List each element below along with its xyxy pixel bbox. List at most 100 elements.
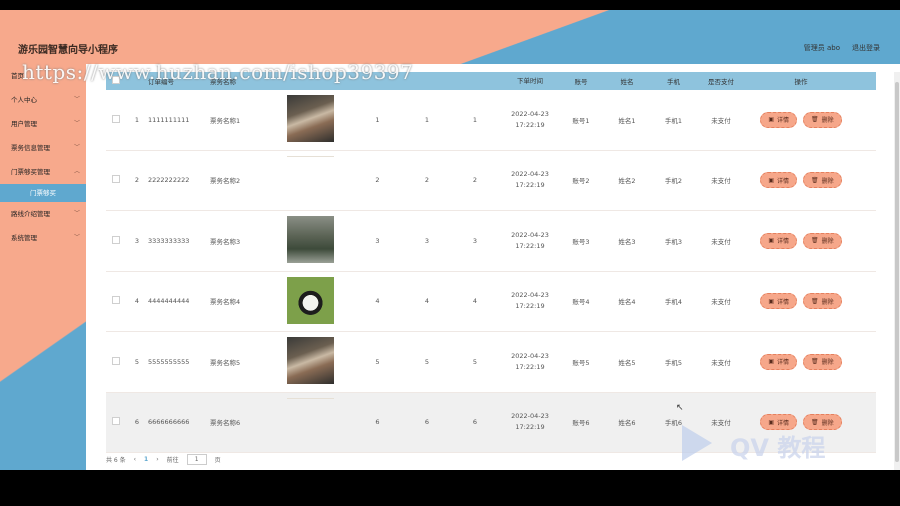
- ticket-image: [270, 95, 350, 144]
- detail-label: 详情: [777, 117, 790, 125]
- trash-icon: 🗑: [811, 176, 819, 184]
- scrollbar-thumb[interactable]: [895, 82, 899, 462]
- row-checkbox[interactable]: [106, 356, 126, 367]
- phone: 手机1: [664, 116, 683, 125]
- user-name: 姓名5: [618, 358, 636, 367]
- vertical-scrollbar[interactable]: [894, 72, 900, 470]
- sidebar-item-label: 系统管理: [11, 234, 37, 242]
- app-title: 游乐园智慧向导小程序: [18, 45, 118, 56]
- row-checkbox[interactable]: [106, 417, 126, 427]
- next-page-button[interactable]: ›: [156, 456, 158, 463]
- delete-button[interactable]: 🗑 删除: [803, 353, 842, 370]
- row-checkbox[interactable]: [106, 114, 126, 125]
- page-number[interactable]: 1: [144, 456, 148, 463]
- value-c: 1: [472, 115, 478, 124]
- detail-icon: ▣: [768, 237, 774, 245]
- chevron-up-icon: ︿: [73, 168, 80, 175]
- value-a: 4: [375, 297, 380, 306]
- table-row: 4 4444444444 票务名称4 4 4 4 2022-04-23 17:22:19 账号…: [106, 272, 876, 332]
- detail-icon: ▣: [768, 297, 774, 305]
- account: 账号2: [572, 177, 590, 186]
- ticket-name: 票务名称6: [210, 419, 241, 428]
- col-phone: 手机: [667, 78, 680, 86]
- row-checkbox[interactable]: [106, 175, 126, 185]
- delete-button[interactable]: 🗑 删除: [803, 293, 842, 310]
- prev-page-button[interactable]: ‹: [134, 456, 136, 463]
- order-no: 2222222222: [148, 176, 190, 185]
- chevron-down-icon: ﹀: [73, 120, 80, 127]
- detail-icon: ▣: [768, 358, 774, 366]
- account: 账号1: [572, 116, 590, 125]
- account: 账号5: [572, 358, 590, 367]
- delete-button[interactable]: 🗑 删除: [803, 232, 842, 249]
- detail-label: 详情: [777, 419, 790, 427]
- payment-status: 未支付: [711, 237, 731, 246]
- logout-link[interactable]: 退出登录: [852, 43, 880, 53]
- table-row: 3 3333333333 票务名称3 3 3 3 2022-04-23 17:22:19 账号…: [106, 211, 876, 272]
- detail-button[interactable]: ▣ 详情: [760, 111, 798, 128]
- logo-text: QV 教程: [730, 434, 826, 462]
- delete-button[interactable]: 🗑 删除: [803, 172, 842, 189]
- col-name: 姓名: [620, 78, 634, 86]
- sidebar-item-system[interactable]: 系统管理 ﹀: [0, 226, 86, 250]
- phone: 手机5: [664, 358, 683, 367]
- detail-label: 详情: [777, 238, 790, 246]
- detail-button[interactable]: ▣ 详情: [760, 172, 798, 189]
- row-checkbox[interactable]: [106, 296, 126, 306]
- detail-button[interactable]: ▣ 详情: [760, 353, 798, 370]
- row-checkbox[interactable]: [106, 235, 126, 246]
- row-actions: ▣ 详情 🗑 删除: [746, 293, 856, 310]
- value-b: 1: [424, 115, 430, 124]
- value-b: 5: [424, 357, 430, 366]
- sidebar-item-profile[interactable]: 个人中心 ﹀: [0, 88, 86, 112]
- detail-button[interactable]: ▣ 详情: [760, 293, 798, 310]
- sidebar-item-ticket-purchase[interactable]: 门票够买管理 ︿: [0, 160, 86, 184]
- table-body: 1 1111111111 票务名称1 1 1 1 2022-04-23 17:22:19 账号…: [106, 90, 876, 453]
- sidebar-item-label: 门票够买管理: [11, 168, 50, 176]
- ticket-thumbnail: [286, 276, 334, 324]
- delete-button[interactable]: 🗑 删除: [803, 111, 842, 128]
- sidebar-item-label: 个人中心: [11, 96, 37, 104]
- account: 账号3: [572, 237, 590, 246]
- value-c: 3: [472, 236, 478, 245]
- row-actions: ▣ 详情 🗑 删除: [746, 232, 856, 249]
- order-time: 2022-04-23 17:22:19: [511, 412, 549, 432]
- user-label[interactable]: 管理员 abo: [804, 43, 840, 53]
- sidebar-item-tickets[interactable]: 票务信息管理 ﹀: [0, 136, 86, 160]
- header-actions: 管理员 abo 退出登录: [804, 43, 880, 53]
- order-no: 3333333333: [148, 236, 190, 245]
- mouse-cursor-icon: ↖: [676, 403, 684, 413]
- orders-table: 订单编号 票务名称 下单时间 账号 姓名 手机 是否支付 操作 1 1111111…: [106, 72, 876, 453]
- detail-button[interactable]: ▣ 详情: [760, 232, 798, 249]
- sidebar-item-label: 用户管理: [11, 120, 37, 128]
- detail-icon: ▣: [768, 176, 774, 184]
- trash-icon: 🗑: [811, 297, 819, 305]
- sidebar-item-users[interactable]: 用户管理 ﹀: [0, 112, 86, 136]
- goto-input[interactable]: 1: [186, 454, 207, 465]
- ticket-name: 票务名称5: [210, 358, 241, 367]
- col-paid: 是否支付: [708, 78, 734, 86]
- value-a: 1: [375, 115, 380, 124]
- total-count: 共 6 条: [106, 457, 126, 464]
- phone: 手机4: [664, 298, 683, 307]
- row-index: 6: [134, 418, 140, 427]
- ticket-image: [270, 397, 350, 447]
- order-no: 5555555555: [148, 357, 190, 366]
- delete-label: 删除: [821, 238, 834, 246]
- value-c: 4: [472, 297, 478, 306]
- chevron-down-icon: ﹀: [73, 144, 80, 151]
- ticket-image: [270, 276, 350, 326]
- value-c: 5: [472, 357, 478, 366]
- sidebar-subitem-ticket-purchase[interactable]: 门票够买: [0, 184, 86, 202]
- chevron-down-icon: ﹀: [73, 210, 80, 217]
- user-name: 姓名3: [618, 237, 636, 246]
- detail-label: 详情: [777, 359, 790, 367]
- ticket-name: 票务名称4: [210, 298, 241, 307]
- value-c: 6: [472, 418, 478, 427]
- col-account: 账号: [574, 78, 588, 86]
- order-no: 1111111111: [148, 115, 190, 124]
- sidebar-item-routes[interactable]: 路线介绍管理 ﹀: [0, 202, 86, 226]
- value-b: 4: [424, 297, 430, 306]
- sidebar: 首页 个人中心 ﹀ 用户管理 ﹀ 票务信息管理 ﹀ 门票够买管理 ︿ 门票够买 路线介绍…: [0, 64, 86, 470]
- table-row: 2 2222222222 票务名称2 2 2 2 2022-04-23 17:22:19 账号…: [106, 151, 876, 211]
